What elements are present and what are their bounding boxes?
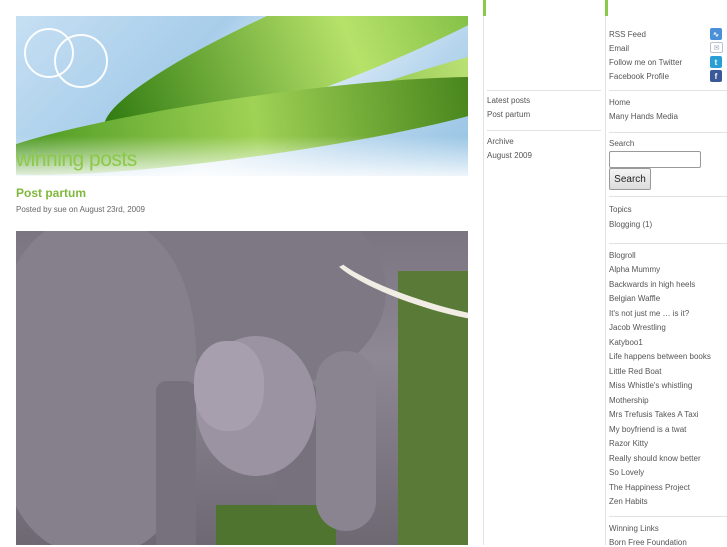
accent-bar [483, 0, 486, 16]
email-icon[interactable]: ✉ [710, 42, 723, 53]
circle-logo-icon [54, 34, 108, 88]
latest-posts-heading: Latest posts [487, 96, 531, 105]
column-divider [605, 0, 606, 545]
divider [609, 516, 727, 517]
nav-home[interactable]: Home [609, 98, 630, 107]
rss-icon[interactable]: ∿ [710, 28, 722, 40]
blogroll-item[interactable]: Really should know better [609, 454, 701, 463]
blogroll-item[interactable]: Life happens between books [609, 352, 711, 361]
site-title[interactable]: winning posts [16, 148, 137, 172]
blogroll-item[interactable]: Little Red Boat [609, 367, 661, 376]
blogroll-item[interactable]: Mrs Trefusis Takes A Taxi [609, 410, 699, 419]
facebook-link[interactable]: Facebook Profile [609, 72, 669, 81]
divider [487, 90, 601, 91]
blogroll-item[interactable]: So Lovely [609, 468, 644, 477]
search-input[interactable] [609, 151, 701, 168]
blogroll-item[interactable]: It's not just me … is it? [609, 309, 689, 318]
blogroll-item[interactable]: Belgian Waffle [609, 294, 660, 303]
rss-feed-link[interactable]: RSS Feed [609, 30, 646, 39]
divider [609, 243, 727, 244]
archive-heading: Archive [487, 137, 514, 146]
email-link[interactable]: Email [609, 44, 629, 53]
post-meta: Posted by sue on August 23rd, 2009 [16, 205, 145, 214]
facebook-icon[interactable]: f [710, 70, 722, 82]
search-button[interactable]: Search [609, 168, 651, 190]
header-banner: winning posts [16, 16, 468, 176]
winning-links-heading: Winning Links [609, 524, 659, 533]
topic-link[interactable]: Blogging (1) [609, 220, 652, 229]
blogroll-item[interactable]: Miss Whistle's whistling [609, 381, 692, 390]
column-divider [483, 0, 484, 545]
nav-many-hands-media[interactable]: Many Hands Media [609, 112, 678, 121]
blogroll-item[interactable]: Katyboo1 [609, 338, 643, 347]
divider [609, 132, 727, 133]
twitter-link[interactable]: Follow me on Twitter [609, 58, 682, 67]
blogroll-item[interactable]: Razor Kitty [609, 439, 648, 448]
blogroll-item[interactable]: Backwards in high heels [609, 280, 695, 289]
accent-bar [605, 0, 608, 16]
latest-post-link[interactable]: Post partum [487, 110, 600, 119]
twitter-icon[interactable]: t [710, 56, 722, 68]
topics-heading: Topics [609, 205, 632, 214]
post-image [16, 231, 468, 545]
archive-link[interactable]: August 2009 [487, 151, 600, 160]
post-title[interactable]: Post partum [16, 186, 86, 200]
winning-link-item[interactable]: Born Free Foundation [609, 538, 687, 547]
elephant-ear [194, 341, 264, 431]
divider [609, 196, 727, 197]
divider [487, 130, 601, 131]
search-heading: Search [609, 139, 635, 148]
blogroll-item[interactable]: Alpha Mummy [609, 265, 660, 274]
elephant-leg [156, 381, 196, 545]
blogroll-item[interactable]: Zen Habits [609, 497, 648, 506]
blogroll-item[interactable]: Jacob Wrestling [609, 323, 666, 332]
divider [609, 90, 727, 91]
blogroll-item[interactable]: The Happiness Project [609, 483, 690, 492]
elephant-trunk [316, 351, 376, 531]
blogroll-item[interactable]: Mothership [609, 396, 649, 405]
blogroll-heading: Blogroll [609, 251, 636, 260]
blogroll-item[interactable]: My boyfriend is a twat [609, 425, 686, 434]
